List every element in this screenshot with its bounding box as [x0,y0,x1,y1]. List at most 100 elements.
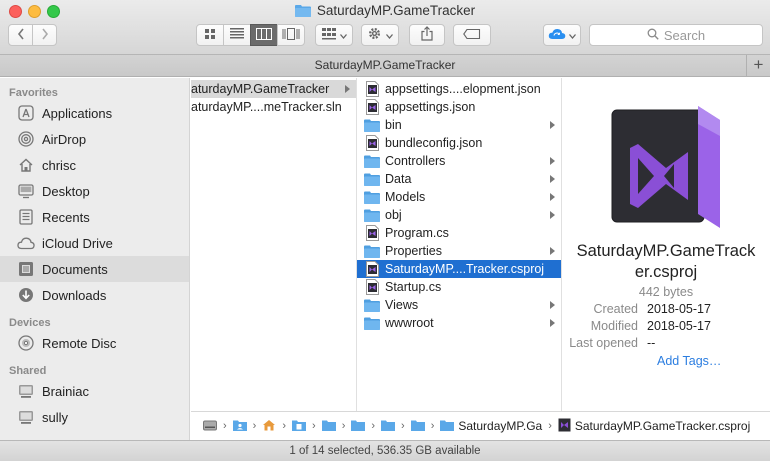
arrange-icon [321,27,336,43]
add-tags-link[interactable]: Add Tags… [657,354,721,368]
sidebar-item-label: AirDrop [42,131,87,147]
list-item-label: appsettings....elopment.json [385,82,541,96]
search-field[interactable]: Search [589,24,763,46]
sidebar-item-recents[interactable]: Recents [0,204,189,230]
sidebar-item-icloud-drive[interactable]: iCloud Drive [0,230,189,256]
list-item-label: Properties [385,244,442,258]
column-view-button[interactable] [250,24,278,46]
list-item-aturdaymp-metracker-sln[interactable]: aturdayMP....meTracker.sln [191,98,356,116]
vs-file-icon [364,135,380,151]
sidebar-item-label: iCloud Drive [42,235,113,251]
sidebar-item-remote-disc[interactable]: Remote Disc [0,330,189,356]
disclosure-arrow-icon [550,247,555,255]
sidebar-item-label: Desktop [42,183,90,199]
browser-column-1: aturdayMP.GameTracker aturdayMP....meTrac… [191,78,357,411]
new-tab-button[interactable]: + [746,55,770,76]
icloud-button[interactable] [543,24,581,46]
edit-tags-button[interactable] [453,24,491,46]
list-item-models[interactable]: Models [357,188,561,206]
created-label: Created [593,302,638,316]
list-item-obj[interactable]: obj [357,206,561,224]
path-item-folder[interactable] [351,419,366,434]
search-placeholder: Search [663,27,706,43]
preview-file-size: 442 bytes [638,285,694,299]
list-item-appsettings-json[interactable]: appsettings.json [357,98,561,116]
path-item-folder[interactable] [381,419,396,434]
sidebar-item-label: Remote Disc [42,335,117,351]
list-item-properties[interactable]: Properties [357,242,561,260]
list-item-wwwroot[interactable]: wwwroot [357,314,561,332]
sidebar-item-downloads[interactable]: Downloads [0,282,189,308]
path-item-project-folder[interactable]: SaturdayMP.Ga [440,419,542,434]
folder-icon [364,189,380,205]
path-item-folder[interactable] [321,419,336,434]
tab-saturdaymp-gametracker[interactable]: SaturdayMP.GameTracker [315,58,456,72]
list-item-bundleconfig-json[interactable]: bundleconfig.json [357,134,561,152]
sidebar-item-chrisc[interactable]: chrisc [0,152,189,178]
path-separator-icon: › [223,420,227,432]
documents-icon [17,260,35,278]
back-button[interactable] [8,24,33,46]
list-item-saturdaymp-tracker-csproj[interactable]: SaturdayMP....Tracker.csproj [357,260,561,278]
list-item-appsettings-elopment-json[interactable]: appsettings....elopment.json [357,80,561,98]
computer-icon [17,408,35,426]
sidebar: Favorites Applications AirDrop chrisc De… [0,78,190,440]
sidebar-item-sully[interactable]: sully [0,404,189,430]
path-item-documents[interactable] [292,419,307,434]
cloud-icon [17,234,35,252]
list-item-data[interactable]: Data [357,170,561,188]
list-item-label: SaturdayMP....Tracker.csproj [385,262,545,276]
folder-icon [364,297,380,313]
disclosure-arrow-icon [550,193,555,201]
list-view-button[interactable] [223,24,251,46]
sidebar-item-applications[interactable]: Applications [0,100,189,126]
path-item-disk[interactable] [203,419,217,434]
sidebar-item-airdrop[interactable]: AirDrop [0,126,189,152]
group-by-button[interactable] [315,24,353,46]
list-item-program-cs[interactable]: Program.cs [357,224,561,242]
icon-view-button[interactable] [196,24,224,46]
disc-icon [17,334,35,352]
forward-button[interactable] [32,24,57,46]
list-item-label: appsettings.json [385,100,476,114]
cover-flow-button[interactable] [277,24,305,46]
disclosure-arrow-icon [345,85,350,93]
folder-icon [321,420,336,434]
list-item-label: bundleconfig.json [385,136,483,150]
path-bar: › › › › › › › › SaturdayMP.Ga › Saturday… [191,411,770,440]
list-item-controllers[interactable]: Controllers [357,152,561,170]
airdrop-icon [17,130,35,148]
path-item-folder[interactable] [410,419,425,434]
sidebar-item-documents[interactable]: Documents [0,256,189,282]
view-mode-buttons [196,24,305,46]
disclosure-arrow-icon [550,175,555,183]
path-item-label: SaturdayMP.GameTracker.csproj [574,419,751,433]
path-item-users[interactable] [232,419,247,434]
modified-value: 2018-05-17 [647,319,711,333]
documents-folder-icon [292,420,307,434]
path-item-label: SaturdayMP.Ga [458,419,543,433]
preview-file-name: SaturdayMP.GameTrack er.csproj [562,241,770,283]
folder-icon [351,420,366,434]
vs-file-icon [364,81,380,97]
disclosure-arrow-icon [550,157,555,165]
columns-icon [256,27,272,43]
chevron-down-icon [386,28,393,42]
sidebar-item-desktop[interactable]: Desktop [0,178,189,204]
list-item-bin[interactable]: bin [357,116,561,134]
list-item-aturdaymp-gametracker[interactable]: aturdayMP.GameTracker [191,80,356,98]
list-item-views[interactable]: Views [357,296,561,314]
chevron-down-icon [569,28,576,42]
share-button[interactable] [409,24,445,46]
last-opened-label: Last opened [569,336,638,350]
action-button[interactable] [361,24,399,46]
list-item-label: wwwroot [385,316,434,330]
path-item-home[interactable] [262,419,276,434]
preview-file-name-line1: SaturdayMP.GameTrack [576,242,756,260]
created-value: 2018-05-17 [647,302,711,316]
path-item-file[interactable]: SaturdayMP.GameTracker.csproj [558,418,750,435]
sidebar-item-brainiac[interactable]: Brainiac [0,378,189,404]
disclosure-arrow-icon [550,121,555,129]
home-icon [17,156,35,174]
list-item-startup-cs[interactable]: Startup.cs [357,278,561,296]
